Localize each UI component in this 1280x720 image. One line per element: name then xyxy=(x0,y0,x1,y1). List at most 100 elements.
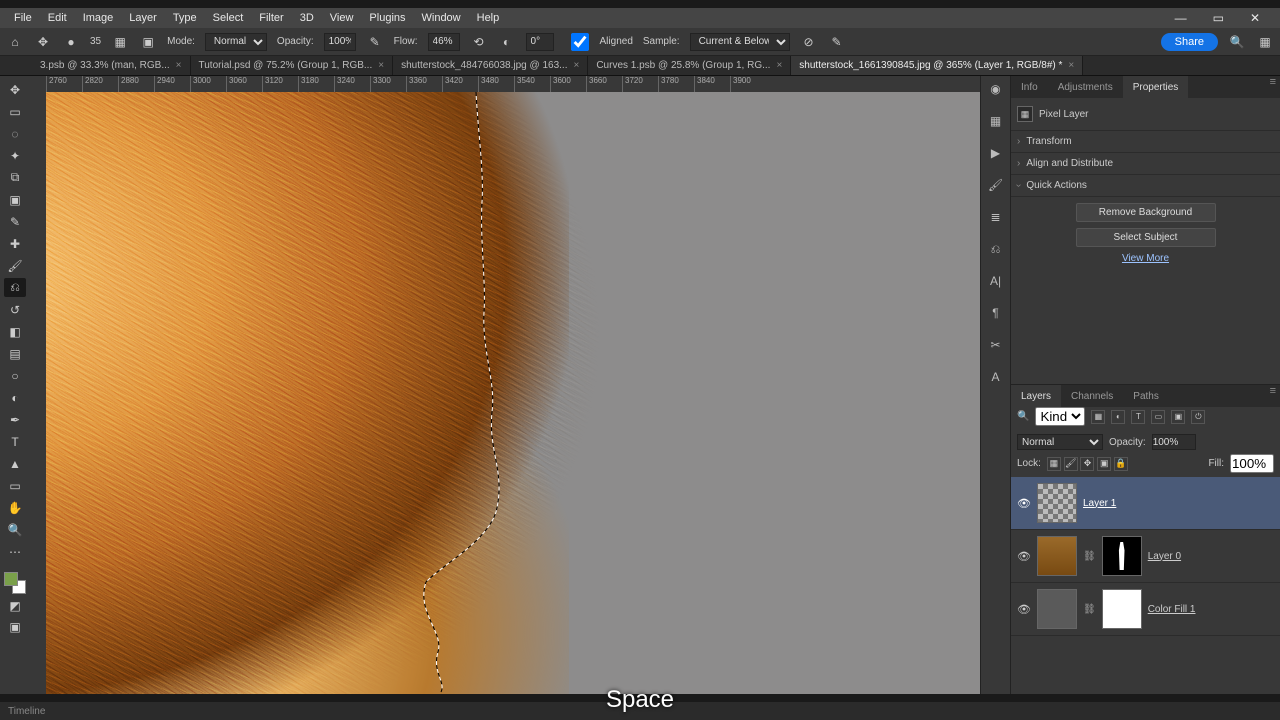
angle-icon[interactable]: ◐ xyxy=(498,33,516,51)
layer-name[interactable]: Layer 1 xyxy=(1083,498,1116,509)
menu-type[interactable]: Type xyxy=(165,12,205,24)
actions-panel-icon[interactable]: ▶ xyxy=(987,144,1005,162)
close-icon[interactable]: × xyxy=(573,60,579,71)
flow-input[interactable] xyxy=(428,33,460,51)
window-maximize-button[interactable]: ▭ xyxy=(1205,11,1232,25)
history-panel-icon[interactable]: ≣ xyxy=(987,208,1005,226)
tab-paths[interactable]: Paths xyxy=(1123,385,1169,407)
opacity-input[interactable] xyxy=(324,33,356,51)
tab-properties[interactable]: Properties xyxy=(1123,76,1189,98)
doc-tab-0[interactable]: 3.psb @ 33.3% (man, RGB...× xyxy=(32,56,191,75)
layer-fill-input[interactable] xyxy=(1230,454,1274,473)
document-canvas[interactable] xyxy=(46,92,980,694)
workspace-icon[interactable]: ▦ xyxy=(1256,33,1274,51)
foreground-color-swatch[interactable] xyxy=(4,572,18,586)
tool-presets-panel-icon[interactable]: ✂ xyxy=(987,336,1005,354)
ruler-vertical[interactable] xyxy=(30,92,46,694)
airbrush-icon[interactable]: ⟲ xyxy=(470,33,488,51)
timeline-panel[interactable]: Timeline xyxy=(0,702,1280,720)
menu-plugins[interactable]: Plugins xyxy=(361,12,413,24)
layer-name[interactable]: Color Fill 1 xyxy=(1148,604,1196,615)
layer-row[interactable]: 👁 ⛓ Color Fill 1 xyxy=(1011,583,1280,636)
marquee-tool[interactable]: ▭ xyxy=(4,102,26,121)
object-select-tool[interactable]: ✦ xyxy=(4,146,26,165)
pressure-size-icon[interactable]: ✎ xyxy=(828,33,846,51)
path-select-tool[interactable]: ▲ xyxy=(4,454,26,473)
doc-tab-3[interactable]: Curves 1.psb @ 25.8% (Group 1, RG...× xyxy=(588,56,791,75)
view-more-link[interactable]: View More xyxy=(1122,253,1169,264)
brush-panel-icon[interactable]: ▦ xyxy=(111,33,129,51)
doc-tab-1[interactable]: Tutorial.psd @ 75.2% (Group 1, RGB...× xyxy=(191,56,394,75)
gradient-tool[interactable]: ▤ xyxy=(4,344,26,363)
zoom-tool[interactable]: 🔍 xyxy=(4,520,26,539)
crop-tool[interactable]: ⧉ xyxy=(4,168,26,187)
window-minimize-button[interactable]: — xyxy=(1167,11,1195,25)
visibility-toggle[interactable]: 👁 xyxy=(1017,550,1031,563)
menu-file[interactable]: File xyxy=(6,12,40,24)
dodge-tool[interactable]: ◐ xyxy=(4,388,26,407)
menu-filter[interactable]: Filter xyxy=(251,12,291,24)
layer-thumbnail[interactable] xyxy=(1037,536,1077,576)
sample-select[interactable]: Current & Below xyxy=(690,33,790,51)
tab-channels[interactable]: Channels xyxy=(1061,385,1123,407)
select-subject-button[interactable]: Select Subject xyxy=(1076,228,1216,247)
transform-section[interactable]: Transform xyxy=(1011,131,1280,153)
angle-input[interactable] xyxy=(526,33,554,51)
healing-brush-tool[interactable]: ✚ xyxy=(4,234,26,253)
layer-row[interactable]: 👁 Layer 1 xyxy=(1011,477,1280,530)
filter-type-icon[interactable]: T xyxy=(1131,410,1145,424)
menu-help[interactable]: Help xyxy=(469,12,508,24)
mask-link-icon[interactable]: ⛓ xyxy=(1083,551,1096,562)
quick-mask-toggle[interactable]: ◩ xyxy=(4,596,26,615)
shape-tool[interactable]: ▭ xyxy=(4,476,26,495)
lock-position-icon[interactable]: ✥ xyxy=(1080,457,1094,471)
hand-tool[interactable]: ✋ xyxy=(4,498,26,517)
filter-adjust-icon[interactable]: ◐ xyxy=(1111,410,1125,424)
quick-actions-section[interactable]: Quick Actions xyxy=(1011,175,1280,197)
menu-3d[interactable]: 3D xyxy=(292,12,322,24)
align-section[interactable]: Align and Distribute xyxy=(1011,153,1280,175)
close-icon[interactable]: × xyxy=(378,60,384,71)
blend-mode-select[interactable]: Normal xyxy=(1017,434,1103,450)
lasso-tool[interactable]: ◌ xyxy=(4,124,26,143)
close-icon[interactable]: × xyxy=(776,60,782,71)
menu-layer[interactable]: Layer xyxy=(121,12,165,24)
paragraph-panel-icon[interactable]: ¶ xyxy=(987,304,1005,322)
share-button[interactable]: Share xyxy=(1161,33,1218,51)
remove-background-button[interactable]: Remove Background xyxy=(1076,203,1216,222)
tab-layers[interactable]: Layers xyxy=(1011,385,1061,407)
character-panel-icon[interactable]: A| xyxy=(987,272,1005,290)
tab-info[interactable]: Info xyxy=(1011,76,1048,98)
filter-pixel-icon[interactable]: ▦ xyxy=(1091,410,1105,424)
layer-mask-thumbnail[interactable] xyxy=(1102,536,1142,576)
menu-select[interactable]: Select xyxy=(205,12,252,24)
close-icon[interactable]: × xyxy=(1068,60,1074,71)
edit-toolbar[interactable]: ⋯ xyxy=(4,542,26,561)
clone-stamp-tool[interactable]: ⎌ xyxy=(4,278,26,297)
frame-tool[interactable]: ▣ xyxy=(4,190,26,209)
blend-mode-select[interactable]: Normal xyxy=(205,33,267,51)
layer-thumbnail[interactable] xyxy=(1037,589,1077,629)
filter-search-icon[interactable]: 🔍 xyxy=(1017,411,1029,422)
home-icon[interactable]: ⌂ xyxy=(6,33,24,51)
screen-mode-toggle[interactable]: ▣ xyxy=(4,617,26,636)
blur-tool[interactable]: ○ xyxy=(4,366,26,385)
move-tool[interactable]: ✥ xyxy=(4,80,26,99)
doc-tab-2[interactable]: shutterstock_484766038.jpg @ 163...× xyxy=(393,56,588,75)
visibility-toggle[interactable]: 👁 xyxy=(1017,603,1031,616)
panel-menu-icon[interactable]: ≡ xyxy=(1266,76,1280,98)
lock-transparency-icon[interactable]: ▦ xyxy=(1047,457,1061,471)
close-icon[interactable]: × xyxy=(176,60,182,71)
ruler-horizontal[interactable]: 2760 2820 2880 2940 3000 3060 3120 3180 … xyxy=(30,76,980,92)
tab-adjustments[interactable]: Adjustments xyxy=(1048,76,1123,98)
panel-menu-icon[interactable]: ≡ xyxy=(1266,385,1280,407)
swatches-panel-icon[interactable]: ▦ xyxy=(987,112,1005,130)
eraser-tool[interactable]: ◧ xyxy=(4,322,26,341)
menu-window[interactable]: Window xyxy=(414,12,469,24)
lock-artboard-icon[interactable]: ▣ xyxy=(1097,457,1111,471)
clone-stamp-tool-icon[interactable]: ✥ xyxy=(34,33,52,51)
layer-name[interactable]: Layer 0 xyxy=(1148,551,1181,562)
history-brush-tool[interactable]: ↺ xyxy=(4,300,26,319)
eyedropper-tool[interactable]: ✎ xyxy=(4,212,26,231)
filter-toggle-icon[interactable]: ⏻ xyxy=(1191,410,1205,424)
